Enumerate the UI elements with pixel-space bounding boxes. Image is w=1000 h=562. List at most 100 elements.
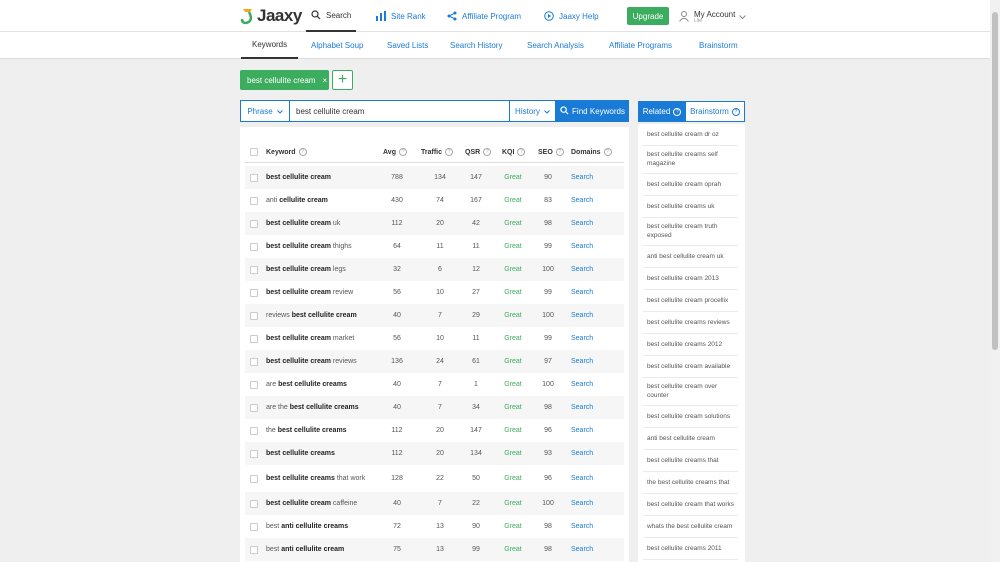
row-checkbox[interactable] [250,545,258,554]
nav-affiliate-program[interactable]: Affiliate Program [447,0,521,32]
domains-search-link[interactable]: Search [571,197,601,204]
domains-search-link[interactable]: Search [571,475,601,482]
related-keyword-item[interactable]: best cellulite creams uk [643,196,738,218]
traffic-cell: 7 [438,312,442,319]
domains-search-link[interactable]: Search [571,404,601,411]
close-icon[interactable]: × [322,76,327,85]
find-keywords-button[interactable]: Find Keywords [556,100,629,122]
info-icon[interactable]: ? [603,148,612,156]
tab-affiliate-programs[interactable]: Affiliate Programs [609,32,672,59]
tab-search-history[interactable]: Search History [450,32,502,59]
domains-search-link[interactable]: Search [571,312,601,319]
domains-search-link[interactable]: Search [571,500,601,507]
row-checkbox[interactable] [250,522,258,531]
tab-brainstorm[interactable]: Brainstorm [699,32,738,59]
row-checkbox[interactable] [250,242,258,251]
row-checkbox[interactable] [250,474,258,483]
info-icon[interactable]: ? [445,148,454,156]
select-all-checkbox[interactable] [250,148,258,156]
header-domains[interactable]: Domains? [571,141,612,163]
domains-search-link[interactable]: Search [571,450,601,457]
tab-search-analysis[interactable]: Search Analysis [527,32,584,59]
search-tag[interactable]: best cellulite cream × [240,70,329,90]
domains-search-link[interactable]: Search [571,358,601,365]
domains-search-link[interactable]: Search [571,523,601,530]
row-checkbox[interactable] [250,334,258,343]
info-icon[interactable]: ? [398,148,407,156]
tab-saved-lists[interactable]: Saved Lists [387,32,428,59]
info-icon[interactable]: ? [673,107,682,116]
header-avg[interactable]: Avg? [383,141,407,163]
related-keyword-item[interactable]: whats the best cellulite cream [643,516,738,538]
row-checkbox[interactable] [250,499,258,508]
tab-brainstorm-panel[interactable]: Brainstorm? [686,101,745,122]
related-keyword-item[interactable]: best cellulite creams that [643,450,738,472]
related-keyword-item[interactable]: best cellulite cream oprah [643,174,738,196]
row-checkbox[interactable] [250,403,258,412]
row-checkbox[interactable] [250,311,258,320]
related-keyword-item[interactable]: best cellulite cream truth exposed [643,218,738,246]
domains-search-link[interactable]: Search [571,243,601,250]
tab-alphabet-soup[interactable]: Alphabet Soup [311,32,364,59]
tab-keywords[interactable]: Keywords [241,32,299,59]
info-icon[interactable]: ? [731,107,740,116]
header-traffic[interactable]: Traffic? [421,141,454,163]
domains-search-link[interactable]: Search [571,266,601,273]
domains-search-link[interactable]: Search [571,220,601,227]
row-checkbox[interactable] [250,196,258,205]
row-checkbox[interactable] [250,380,258,389]
domains-search-link[interactable]: Search [571,335,601,342]
row-checkbox[interactable] [250,357,258,366]
header-kqi[interactable]: KQI? [502,141,526,163]
tab-related[interactable]: Related? [638,101,686,122]
add-tag-button[interactable]: + [332,70,353,90]
page-scrollbar[interactable] [990,0,1000,562]
header-keyword[interactable]: Keyword? [266,141,307,163]
chevron-down-icon [739,13,747,22]
related-keyword-item[interactable]: best cellulite cream procellix [643,290,738,312]
search-input[interactable] [289,100,510,122]
info-icon[interactable]: ? [483,148,492,156]
domains-search-link[interactable]: Search [571,174,601,181]
row-checkbox[interactable] [250,426,258,435]
info-icon[interactable]: ? [555,148,564,156]
scrollbar-thumb[interactable] [992,12,998,350]
related-keyword-item[interactable]: best cellulite cream that works [643,494,738,516]
row-checkbox[interactable] [250,449,258,458]
history-dropdown[interactable]: History [510,100,556,122]
related-keyword-item[interactable]: best cellulite cream over counter [643,378,738,406]
nav-site-rank[interactable]: Site Rank [376,0,426,32]
related-keyword-item[interactable]: best cellulite creams 2012 [643,334,738,356]
header-seo[interactable]: SEO? [538,141,564,163]
domains-search-link[interactable]: Search [571,546,601,553]
related-keyword-item[interactable]: best cellulite cream available [643,356,738,378]
nav-jaaxy-help[interactable]: Jaaxy Help [544,0,599,32]
row-checkbox[interactable] [250,288,258,297]
related-keyword-item[interactable]: best cellulite cream solutions [643,406,738,428]
related-keyword-item[interactable]: best cellulite creams 2011 [643,538,738,560]
related-keyword-item[interactable]: anti best cellulite cream uk [643,246,738,268]
nav-search[interactable]: Search [306,0,357,32]
domains-search-link[interactable]: Search [571,427,601,434]
related-keyword-item[interactable]: the best cellulite creams that [643,472,738,494]
domains-search-link[interactable]: Search [571,289,601,296]
info-icon[interactable]: ? [298,148,307,156]
domains-search-link[interactable]: Search [571,381,601,388]
upgrade-button[interactable]: Upgrade [627,7,669,25]
phrase-select[interactable]: Phrase [240,100,289,122]
related-keyword-item[interactable]: anti best cellulite cream [643,428,738,450]
related-keyword-item[interactable]: best cellulite cream 2013 [643,268,738,290]
related-keyword-item[interactable]: best cellulite cream dr oz [643,124,738,146]
search-icon [560,105,572,117]
row-checkbox[interactable] [250,219,258,228]
table-row: best cellulite cream uk 112 20 42 Great 98 Sea… [245,212,624,235]
info-icon[interactable]: ? [517,148,526,156]
related-keyword-item[interactable]: best cellulite creams self magazine [643,146,738,174]
header-qsr[interactable]: QSR? [465,141,492,163]
keyword-match: anti cellulite cream [281,545,345,553]
my-account-menu[interactable]: My Account Lite [679,7,747,27]
jaaxy-logo[interactable]: Jaaxy [240,5,302,27]
row-checkbox[interactable] [250,173,258,182]
row-checkbox[interactable] [250,265,258,274]
related-keyword-item[interactable]: best cellulite creams reviews [643,312,738,334]
